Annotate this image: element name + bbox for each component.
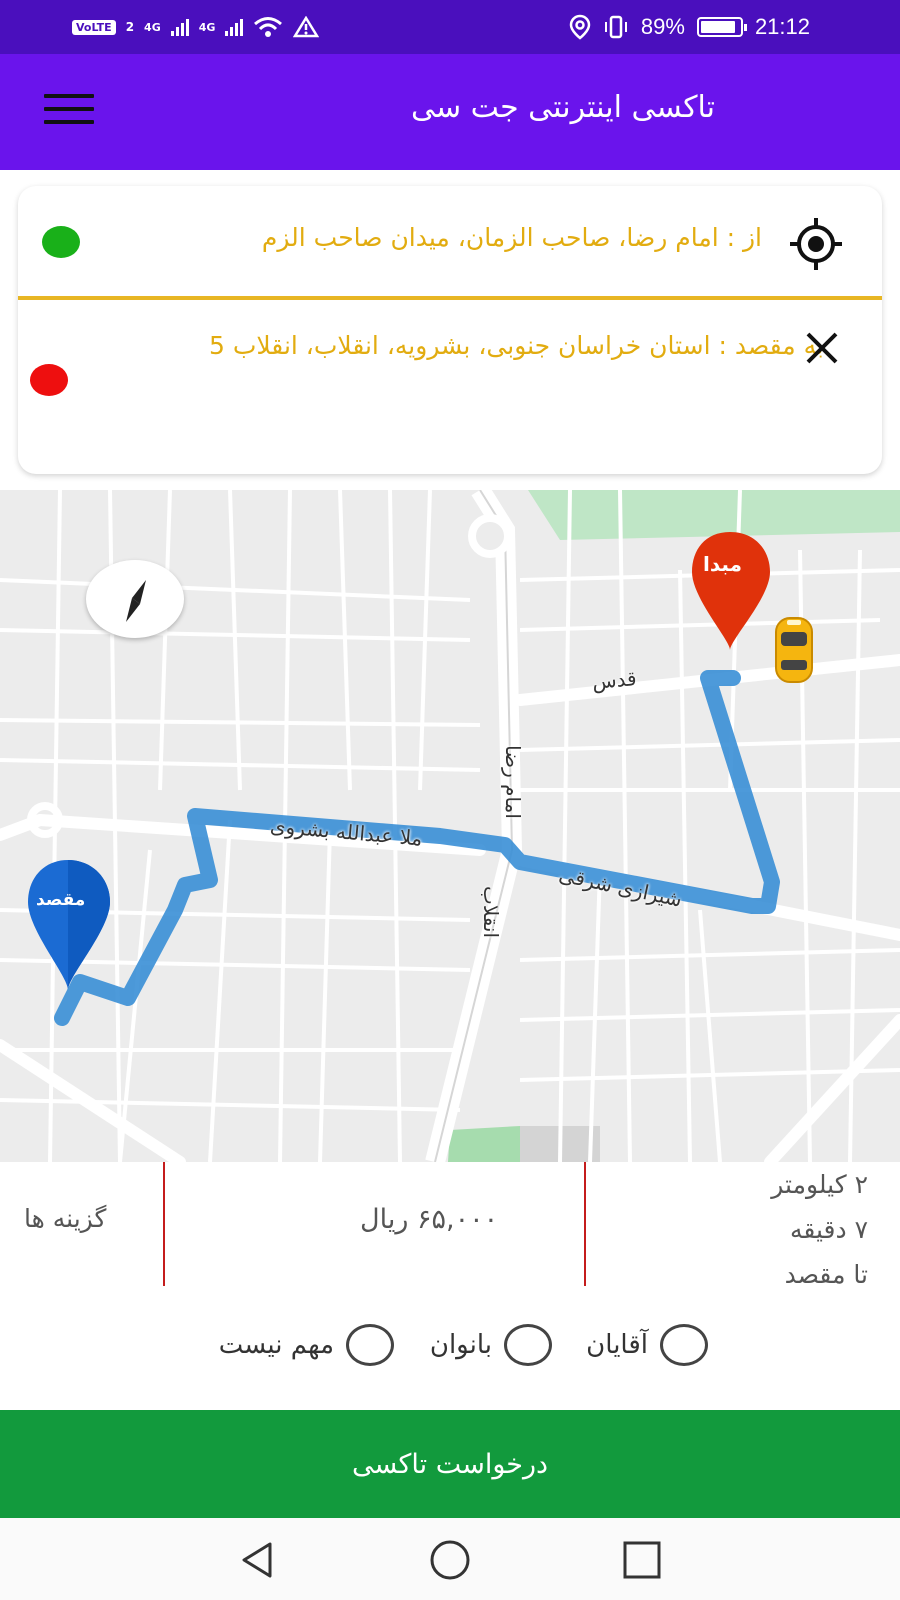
wifi-icon: [254, 17, 283, 37]
trip-distance: ۲ کیلومتر: [771, 1170, 868, 1199]
network-type-1: 4G: [144, 20, 161, 34]
app-header: تاکسی اینترنتی جت سی: [0, 54, 900, 170]
clock: 21:12: [754, 14, 810, 39]
destination-pin-label: مقصد: [36, 890, 86, 910]
warning-icon: [293, 16, 320, 38]
radio-any-label: مهم نیست: [218, 1330, 334, 1360]
divider: [163, 1162, 165, 1286]
app-title: تاکسی اینترنتی جت سی: [410, 90, 715, 125]
radio-men[interactable]: آقایان: [586, 1324, 708, 1366]
options-button[interactable]: گزینه ها: [24, 1204, 106, 1233]
location-icon: [569, 14, 591, 40]
network-type-2: 4G: [198, 20, 216, 34]
radio-circle[interactable]: [504, 1324, 552, 1366]
radio-women[interactable]: بانوان: [430, 1324, 552, 1366]
battery-percent: 89%: [640, 14, 685, 39]
origin-row[interactable]: از : امام رضا، صاحب الزمان، میدان صاحب ا…: [18, 186, 882, 300]
fare-price: ۶۵,۰۰۰ ریال: [360, 1204, 499, 1235]
hamburger-icon[interactable]: [44, 94, 94, 130]
radio-circle[interactable]: [660, 1324, 708, 1366]
trip-summary: ۲ کیلومتر ۷ دقیقه تا مقصد: [588, 1162, 868, 1297]
network-indicators: VoLTE 2 4G 4G: [72, 12, 320, 42]
street-label-quds: قدس: [591, 666, 638, 694]
trip-duration: ۷ دقیقه: [789, 1215, 868, 1244]
origin-pin-label: مبدا: [703, 552, 742, 576]
destination-address[interactable]: به مقصد : استان خراسان جنوبی، بشرویه، ان…: [144, 324, 824, 368]
volte-badge: VoLTE: [72, 19, 116, 35]
radio-circle[interactable]: [346, 1324, 394, 1366]
close-icon[interactable]: [802, 328, 842, 368]
system-indicators: 89% 21:12: [569, 10, 810, 44]
radio-men-label: آقایان: [586, 1330, 648, 1360]
destination-dot: [30, 364, 68, 396]
status-bar: VoLTE 2 4G 4G 89% 21:12: [0, 0, 900, 54]
gender-preference: آقایان بانوان مهم نیست: [0, 1318, 900, 1378]
address-card: از : امام رضا، صاحب الزمان، میدان صاحب ا…: [18, 186, 882, 474]
radio-women-label: بانوان: [429, 1330, 492, 1360]
back-icon[interactable]: [236, 1538, 280, 1582]
sim-number: 2: [125, 20, 135, 34]
origin-dot: [42, 226, 80, 258]
home-icon[interactable]: [428, 1538, 472, 1582]
target-locate-icon[interactable]: [788, 216, 844, 272]
taxi-icon: [775, 617, 813, 683]
request-taxi-button[interactable]: درخواست تاکسی: [0, 1410, 900, 1518]
divider: [584, 1162, 586, 1286]
route-map[interactable]: مبدا مقصد قدس امام رضا انقلاب ملا عبدالل…: [0, 490, 900, 1162]
signal-icon: [225, 18, 244, 36]
trip-destination-label: تا مقصد: [784, 1260, 868, 1289]
street-label-enghelab: انقلاب: [479, 885, 504, 939]
signal-icon: [170, 18, 189, 36]
radio-any[interactable]: مهم نیست: [219, 1324, 394, 1366]
battery-icon: [696, 17, 747, 37]
vibrate-icon: [604, 15, 627, 39]
trip-info-row: گزینه ها ۶۵,۰۰۰ ریال ۲ کیلومتر ۷ دقیقه ت…: [0, 1162, 900, 1289]
street-label-imam-reza: امام رضا: [500, 745, 525, 819]
compass-icon[interactable]: [86, 560, 184, 638]
recents-icon[interactable]: [620, 1538, 664, 1582]
origin-address[interactable]: از : امام رضا، صاحب الزمان، میدان صاحب ا…: [262, 216, 762, 260]
system-nav-bar: [0, 1518, 900, 1600]
